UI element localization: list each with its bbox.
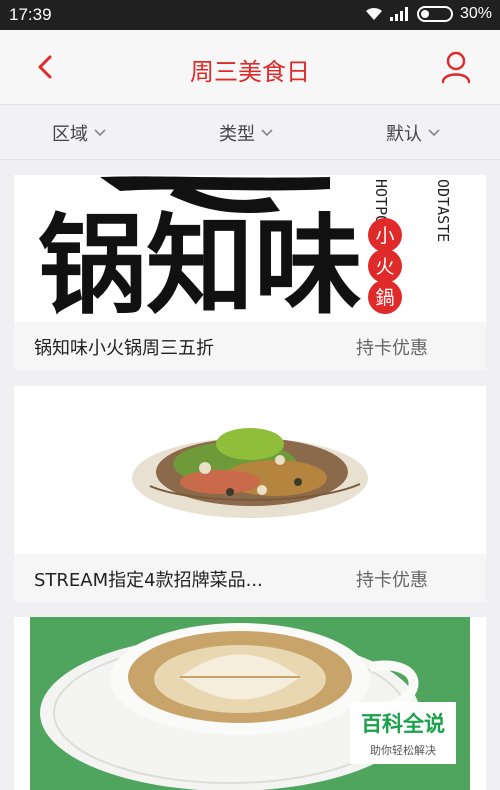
wifi-icon (365, 7, 382, 20)
deal-image-salad (30, 386, 470, 552)
deal-image-hotpot: 锅知味 HOTPOT ODTASTE 小 火 鍋 (30, 175, 470, 321)
seal-char-3: 鍋 (375, 287, 394, 309)
battery-percent: 30% (459, 5, 492, 22)
filter-sort-label: 默认 (386, 124, 422, 145)
filter-type-label: 类型 (219, 124, 255, 145)
status-bar: 17:39 30% (0, 0, 500, 30)
chevron-down-icon (428, 129, 440, 137)
page-title: 周三美食日 (190, 58, 310, 86)
battery-icon (416, 6, 453, 22)
watermark-logo: 百科全说 助你轻松解决 (350, 702, 456, 764)
filter-region-label: 区域 (52, 124, 88, 145)
salad-dish-image (30, 386, 470, 552)
deal-title: 锅知味小火锅周三五折 (34, 338, 214, 359)
user-profile-icon[interactable] (440, 50, 472, 84)
logo-english-text-2: ODTASTE (434, 179, 452, 242)
seal-char-2: 火 (375, 256, 394, 278)
chevron-down-icon (261, 129, 273, 137)
deal-card[interactable]: 锅知味 HOTPOT ODTASTE 小 火 鍋 锅知味小火锅周三五折 持卡优惠 (14, 175, 486, 370)
filter-type-dropdown[interactable]: 类型 (219, 120, 273, 146)
hotpot-logo-image: 锅知味 HOTPOT ODTASTE 小 火 鍋 (30, 175, 470, 321)
filter-sort-dropdown[interactable]: 默认 (386, 120, 440, 146)
deal-info-bar: 锅知味小火锅周三五折 持卡优惠 (14, 322, 486, 370)
filter-region-dropdown[interactable]: 区域 (52, 120, 106, 146)
deal-title: STREAM指定4款招牌菜品... (34, 570, 263, 591)
chevron-down-icon (94, 129, 106, 137)
app-header: 周三美食日 (0, 30, 500, 105)
seal-char-1: 小 (375, 225, 394, 247)
signal-icon (389, 7, 408, 21)
status-icons: 30% (365, 5, 492, 23)
watermark-title: 百科全说 (361, 712, 445, 736)
deal-tag: 持卡优惠 (356, 570, 428, 591)
filter-bar: 区域 类型 默认 (0, 106, 500, 160)
deal-card[interactable]: STREAM指定4款招牌菜品... 持卡优惠 (14, 386, 486, 602)
status-time: 17:39 (9, 5, 52, 24)
deal-info-bar: STREAM指定4款招牌菜品... 持卡优惠 (14, 554, 486, 602)
watermark-subtitle: 助你轻松解决 (370, 744, 436, 757)
deal-list: 锅知味 HOTPOT ODTASTE 小 火 鍋 锅知味小火锅周三五折 持卡优惠 (0, 161, 500, 790)
logo-chinese-text: 锅知味 (38, 203, 362, 321)
deal-tag: 持卡优惠 (356, 338, 428, 359)
